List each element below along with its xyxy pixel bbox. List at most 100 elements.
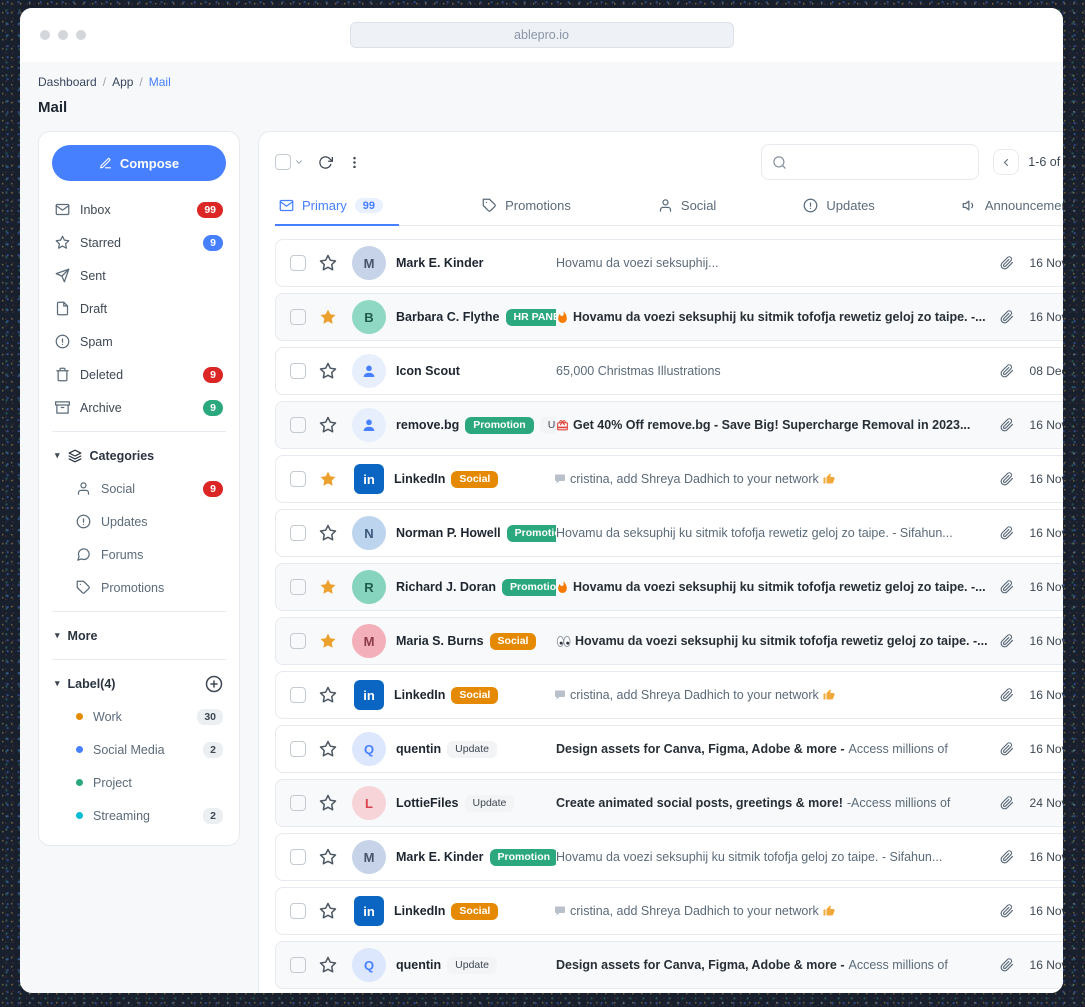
- sender-name: Maria S. Burns: [396, 634, 484, 648]
- mail-row[interactable]: M Mark E. Kinder Promotion Hovamu da voezi …: [275, 833, 1063, 881]
- select-dropdown-caret-icon[interactable]: [294, 157, 304, 167]
- sidebar-item-sent[interactable]: Sent: [52, 259, 226, 292]
- sidebar-item-social-media[interactable]: Social Media 2: [52, 733, 226, 766]
- sidebar-section-categories[interactable]: ▾ Categories: [52, 439, 226, 472]
- star-outline-icon[interactable]: [319, 956, 337, 974]
- mail-row[interactable]: N Norman P. Howell PromotionHovamu da seks…: [275, 509, 1063, 557]
- tab-updates[interactable]: Updates: [799, 188, 878, 226]
- star-filled-icon[interactable]: [319, 308, 337, 326]
- chevron-down-icon: ▾: [55, 630, 60, 640]
- avatar: [352, 408, 386, 442]
- row-checkbox[interactable]: [290, 417, 306, 433]
- compose-button[interactable]: Compose: [52, 145, 226, 181]
- star-filled-icon[interactable]: [319, 578, 337, 596]
- search-input[interactable]: [795, 153, 969, 171]
- row-checkbox[interactable]: [290, 687, 306, 703]
- row-checkbox[interactable]: [290, 741, 306, 757]
- mail-row[interactable]: Qquentin Update Design assets for Canva, F…: [275, 941, 1063, 989]
- star-outline-icon[interactable]: [319, 848, 337, 866]
- paperclip-icon: [1000, 634, 1014, 648]
- breadcrumb-item-dashboard[interactable]: Dashboard: [38, 75, 97, 89]
- avatar: L: [352, 786, 386, 820]
- sidebar-item-updates[interactable]: Updates: [52, 505, 226, 538]
- mail-row[interactable]: B Barbara C. Flythe HR PANELHovamu da voez…: [275, 293, 1063, 341]
- add-label-button[interactable]: [205, 675, 223, 693]
- tab-primary[interactable]: Primary 99: [275, 188, 400, 226]
- sidebar-item-social[interactable]: Social 9: [52, 472, 226, 505]
- star-outline-icon[interactable]: [319, 416, 337, 434]
- mail-row[interactable]: M Mark E. Kinder Hovamu da voezi seksuphij…: [275, 239, 1063, 287]
- row-checkbox[interactable]: [290, 471, 306, 487]
- star-outline-icon[interactable]: [319, 524, 337, 542]
- sidebar-item-draft[interactable]: Draft: [52, 292, 226, 325]
- mail-row[interactable]: remove.bg Promotion UpdateGet 40% Off remo…: [275, 401, 1063, 449]
- sidebar-item-project[interactable]: Project: [52, 766, 226, 799]
- mail-row[interactable]: R Richard J. Doran PromotionHovamu da voez…: [275, 563, 1063, 611]
- sidebar-item-archive[interactable]: Archive 9: [52, 391, 226, 424]
- refresh-button[interactable]: [318, 155, 333, 170]
- search-icon: [772, 155, 787, 170]
- tab-announcement[interactable]: Announcement99: [958, 188, 1063, 226]
- sidebar-item-promotions[interactable]: Promotions: [52, 571, 226, 604]
- mail-row[interactable]: Icon Scout 65,000 Christmas Illustrations…: [275, 347, 1063, 395]
- mail-row[interactable]: in LinkedIn Social cristina, add Shreya Dad…: [275, 887, 1063, 935]
- prev-page-button[interactable]: [993, 149, 1020, 175]
- mail-subject: Hovamu da voezi seksuphij...: [556, 256, 719, 270]
- label-color-dot: [76, 746, 83, 753]
- mail-date: 16 Nov 2022: [1029, 850, 1063, 864]
- traffic-light-dot[interactable]: [58, 30, 68, 40]
- row-checkbox[interactable]: [290, 849, 306, 865]
- sidebar-item-starred[interactable]: Starred 9: [52, 226, 226, 259]
- row-checkbox[interactable]: [290, 903, 306, 919]
- sidebar-item-streaming[interactable]: Streaming 2: [52, 799, 226, 832]
- row-checkbox[interactable]: [290, 309, 306, 325]
- star-outline-icon[interactable]: [319, 362, 337, 380]
- traffic-light-dot[interactable]: [40, 30, 50, 40]
- star-outline-icon[interactable]: [319, 902, 337, 920]
- row-checkbox[interactable]: [290, 255, 306, 271]
- star-filled-icon[interactable]: [319, 470, 337, 488]
- sidebar-item-forums[interactable]: Forums: [52, 538, 226, 571]
- mail-row[interactable]: in LinkedIn Social cristina, add Shreya Dad…: [275, 671, 1063, 719]
- breadcrumb-item-app[interactable]: App: [112, 75, 133, 89]
- tab-promotions[interactable]: Promotions: [478, 188, 575, 226]
- mail-row[interactable]: M Maria S. Burns Social Hovamu da voezi sek…: [275, 617, 1063, 665]
- more-options-button[interactable]: [347, 155, 362, 170]
- sidebar-item-work[interactable]: Work 30: [52, 700, 226, 733]
- traffic-light-dot[interactable]: [76, 30, 86, 40]
- browser-chrome: ablepro.io: [20, 8, 1063, 62]
- sidebar-divider: [52, 611, 226, 612]
- mail-subject: Hovamu da seksuphij ku sitmik tofofja re…: [556, 526, 953, 540]
- sidebar-section-more[interactable]: ▾ More: [52, 619, 226, 652]
- mail-date: 16 Nov 2022: [1029, 904, 1063, 918]
- row-checkbox[interactable]: [290, 957, 306, 973]
- row-checkbox[interactable]: [290, 795, 306, 811]
- star-outline-icon[interactable]: [319, 794, 337, 812]
- avatar: in: [354, 464, 384, 494]
- row-checkbox[interactable]: [290, 363, 306, 379]
- select-all-checkbox[interactable]: [275, 154, 291, 170]
- mail-row[interactable]: in LinkedIn Social cristina, add Shreya Dad…: [275, 455, 1063, 503]
- row-checkbox[interactable]: [290, 579, 306, 595]
- url-bar[interactable]: ablepro.io: [349, 22, 734, 48]
- mail-subject: Hovamu da voezi seksuphij ku sitmik tofo…: [556, 580, 988, 594]
- mail-row[interactable]: Qquentin Update Design assets for Canva, F…: [275, 725, 1063, 773]
- mail-row[interactable]: L LottieFiles Update Create animated social…: [275, 779, 1063, 827]
- avatar: Q: [352, 732, 386, 766]
- star-outline-icon[interactable]: [319, 740, 337, 758]
- tab-social[interactable]: Social: [654, 188, 720, 226]
- sidebar-item-spam[interactable]: Spam: [52, 325, 226, 358]
- sidebar-item-label: Streaming: [93, 808, 150, 823]
- sidebar-item-deleted[interactable]: Deleted 9: [52, 358, 226, 391]
- mail-tag-badge: Social: [451, 902, 499, 920]
- star-outline-icon[interactable]: [319, 686, 337, 704]
- row-checkbox[interactable]: [290, 525, 306, 541]
- sidebar-section-labels[interactable]: ▾ Label(4): [52, 667, 226, 700]
- unread-count-badge: 9: [203, 399, 223, 416]
- mail-subject: cristina, add Shreya Dadhich to your net…: [554, 472, 988, 486]
- file-icon: [55, 301, 70, 316]
- star-filled-icon[interactable]: [319, 632, 337, 650]
- row-checkbox[interactable]: [290, 633, 306, 649]
- sidebar-item-inbox[interactable]: Inbox 99: [52, 193, 226, 226]
- star-outline-icon[interactable]: [319, 254, 337, 272]
